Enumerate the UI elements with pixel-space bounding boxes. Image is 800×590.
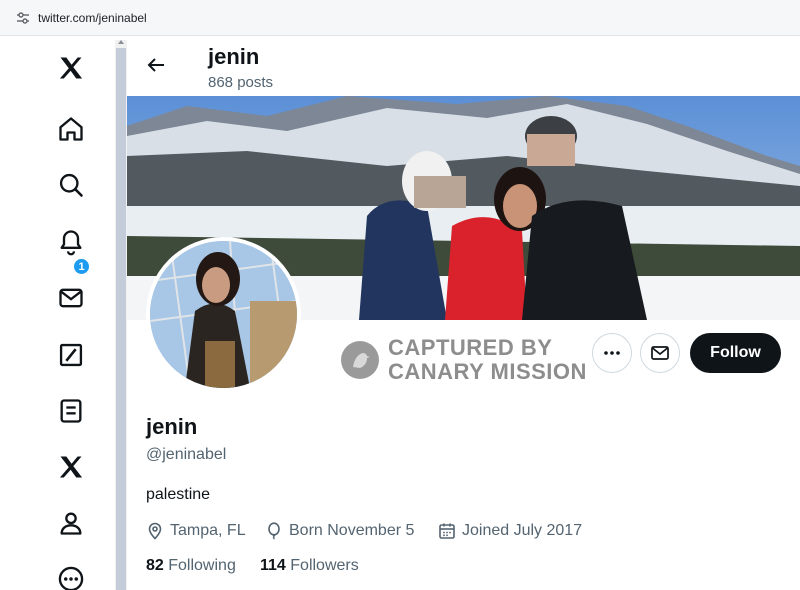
more-options-button[interactable] bbox=[592, 333, 632, 373]
profile-header-bar: jenin 868 posts bbox=[127, 36, 800, 96]
home-icon[interactable] bbox=[50, 108, 92, 150]
envelope-icon bbox=[651, 346, 669, 360]
birthday-text: Born November 5 bbox=[289, 522, 415, 539]
balloon-icon bbox=[268, 522, 280, 540]
profile-display-name: jenin bbox=[146, 414, 198, 439]
location-text: Tampa, FL bbox=[170, 522, 246, 539]
followers-link[interactable]: 114 Followers bbox=[260, 557, 359, 575]
following-link[interactable]: 82 Following bbox=[146, 557, 236, 575]
premium-x-icon[interactable] bbox=[50, 446, 92, 488]
profile-joined-date: Joined July 2017 bbox=[438, 520, 582, 542]
search-icon[interactable] bbox=[50, 164, 92, 206]
followers-label: Followers bbox=[290, 557, 359, 574]
notifications-icon[interactable] bbox=[50, 221, 92, 263]
profile-bio: palestine bbox=[146, 486, 211, 503]
header-display-name: jenin bbox=[208, 44, 260, 69]
following-count: 82 bbox=[146, 557, 164, 574]
following-label: Following bbox=[168, 557, 236, 574]
scroll-up-arrow-icon[interactable] bbox=[118, 40, 124, 44]
lists-icon[interactable] bbox=[50, 390, 92, 432]
page-scrollbar[interactable] bbox=[115, 40, 127, 590]
watermark-line-1: CAPTURED BY bbox=[388, 335, 553, 360]
profile-avatar[interactable] bbox=[146, 237, 301, 392]
profile-icon[interactable] bbox=[50, 502, 92, 544]
x-logo-icon[interactable] bbox=[50, 47, 92, 89]
profile-birthday: Born November 5 bbox=[265, 520, 414, 542]
followers-count: 114 bbox=[260, 557, 286, 574]
url-text[interactable]: twitter.com/jeninabel bbox=[38, 11, 147, 25]
follow-button[interactable]: Follow bbox=[690, 333, 781, 373]
sidebar-nav: 1 bbox=[0, 36, 115, 590]
location-pin-icon bbox=[148, 522, 162, 540]
notification-count-badge: 1 bbox=[73, 258, 90, 275]
more-icon[interactable] bbox=[50, 558, 92, 590]
canary-mission-watermark: CAPTURED BY CANARY MISSION bbox=[341, 334, 591, 384]
site-settings-icon[interactable] bbox=[16, 11, 30, 25]
back-arrow-icon[interactable] bbox=[145, 54, 167, 76]
profile-location: Tampa, FL bbox=[146, 520, 246, 542]
more-horizontal-icon bbox=[604, 351, 620, 355]
watermark-text: CAPTURED BY CANARY MISSION bbox=[388, 336, 587, 384]
browser-address-bar[interactable]: twitter.com/jeninabel bbox=[0, 0, 800, 36]
scrollbar-thumb[interactable] bbox=[116, 48, 126, 590]
joined-text: Joined July 2017 bbox=[462, 522, 583, 539]
profile-handle: @jeninabel bbox=[146, 446, 227, 463]
watermark-line-2: CANARY MISSION bbox=[388, 359, 587, 384]
messages-icon[interactable] bbox=[50, 277, 92, 319]
grok-icon[interactable] bbox=[50, 334, 92, 376]
canary-bird-logo-icon bbox=[341, 341, 379, 379]
message-button[interactable] bbox=[640, 333, 680, 373]
calendar-icon bbox=[439, 523, 455, 539]
profile-main-column: jenin 868 posts CAPTURED BY CANARY MISSI… bbox=[127, 36, 800, 590]
header-post-count: 868 posts bbox=[208, 74, 274, 91]
